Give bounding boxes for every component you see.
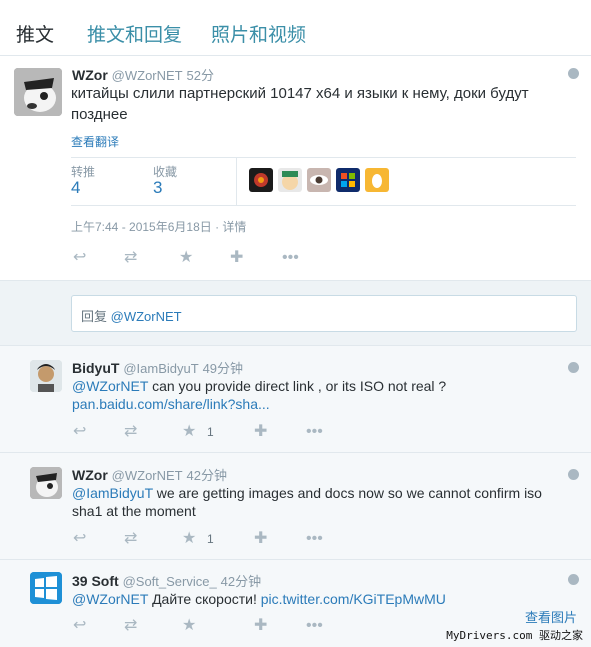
reply-area: 回复 @WZorNET: [0, 281, 591, 345]
watermark: MyDrivers.com 驱动之家: [446, 629, 583, 642]
globe-icon[interactable]: [568, 469, 579, 480]
author-name[interactable]: WZor @WZorNET 42分钟: [72, 465, 227, 484]
author-name[interactable]: BidyuT @IamBidyuT 49分钟: [72, 358, 243, 377]
retweet-icon[interactable]: ⇄: [124, 530, 137, 548]
more-icon[interactable]: •••: [282, 249, 299, 267]
tab-photos-videos[interactable]: 照片和视频: [211, 20, 306, 47]
author-name[interactable]: WZor @WZorNET 52分: [72, 65, 214, 84]
more-icon[interactable]: •••: [306, 530, 323, 548]
tweet-actions: ↩ ⇄ ★ ✚ •••: [73, 617, 333, 635]
favorite-star-icon[interactable]: ★: [182, 423, 196, 441]
liker-avatar[interactable]: [336, 168, 360, 192]
reply-icon[interactable]: ↩: [73, 249, 86, 267]
retweet-icon[interactable]: ⇄: [124, 249, 137, 267]
reply-input[interactable]: 回复 @WZorNET: [71, 295, 577, 332]
tweet-text: @WZorNET can you provide direct link , o…: [72, 378, 447, 412]
reply-handle: @WZorNET: [110, 309, 182, 324]
reply-tweet[interactable]: 39 Soft @Soft_Service_ 42分钟 @WZorNET Дай…: [0, 559, 591, 647]
avatar[interactable]: [30, 467, 62, 499]
retweet-icon[interactable]: ⇄: [124, 617, 137, 635]
profile-tabs: 推文 推文和回复 照片和视频: [0, 0, 591, 56]
author-handle[interactable]: @IamBidyuT: [123, 361, 198, 376]
avatar[interactable]: [30, 572, 62, 604]
tweet-timestamp[interactable]: 上午7:44 - 2015年6月18日 · 详情: [71, 218, 246, 235]
reply-icon[interactable]: ↩: [73, 617, 86, 635]
more-icon[interactable]: •••: [306, 423, 323, 441]
follow-user-icon[interactable]: ✚: [254, 617, 267, 635]
person-avatar-icon: [30, 360, 62, 392]
reply-tweet[interactable]: WZor @WZorNET 42分钟 @IamBidyuT we are get…: [0, 452, 591, 559]
avatar-pirate-dog-icon: [30, 467, 62, 499]
reply-prefix: 回复: [81, 309, 108, 324]
divider: [71, 205, 576, 206]
author-handle[interactable]: @WZorNET: [112, 68, 183, 83]
follow-user-icon[interactable]: ✚: [254, 423, 267, 441]
mention-link[interactable]: @IamBidyuT: [72, 485, 153, 501]
avatar[interactable]: [14, 68, 62, 116]
divider: [71, 157, 576, 158]
tweet-age[interactable]: 42分钟: [187, 468, 227, 483]
windows-tiles-icon: [30, 572, 62, 604]
globe-icon[interactable]: [568, 68, 579, 79]
globe-icon[interactable]: [568, 574, 579, 585]
favorite-star-icon[interactable]: ★: [182, 530, 196, 548]
favorite-star-icon[interactable]: ★: [182, 617, 196, 635]
divider: [236, 157, 237, 205]
avatar[interactable]: [30, 360, 62, 392]
favorite-count: 1: [207, 532, 214, 546]
tweet-actions: ↩ ⇄ ★ 1 ✚ •••: [73, 423, 333, 441]
timeline-frame: 推文 推文和回复 照片和视频 WZor @WZorNET 52分 китайцы…: [0, 0, 591, 647]
view-photo-link[interactable]: 查看图片: [525, 607, 577, 626]
favorite-star-icon[interactable]: ★: [179, 249, 193, 267]
reply-icon[interactable]: ↩: [73, 423, 86, 441]
tweet-age[interactable]: 49分钟: [203, 361, 243, 376]
fire-emblem-icon: [254, 173, 268, 187]
likes-count[interactable]: 3: [153, 178, 162, 198]
tweet-age[interactable]: 52分: [187, 68, 214, 83]
reply-icon[interactable]: ↩: [73, 530, 86, 548]
main-tweet: WZor @WZorNET 52分 китайцы слили партнерс…: [0, 56, 591, 281]
tweet-actions: ↩ ⇄ ★ 1 ✚ •••: [73, 530, 333, 548]
eye-icon: [310, 175, 328, 185]
retweet-icon[interactable]: ⇄: [124, 423, 137, 441]
egg-icon: [372, 174, 382, 188]
translate-link[interactable]: 查看翻译: [71, 133, 119, 150]
tweet-text: @WZorNET Дайте скорости! pic.twitter.com…: [72, 591, 446, 607]
mention-link[interactable]: @WZorNET: [72, 591, 148, 607]
tweet-text: @IamBidyuT we are getting images and doc…: [72, 485, 542, 519]
liker-avatar[interactable]: [365, 168, 389, 192]
tweet-actions: ↩ ⇄ ★ ✚ •••: [73, 249, 313, 267]
author-name[interactable]: 39 Soft @Soft_Service_ 42分钟: [72, 571, 261, 590]
reply-tweet[interactable]: BidyuT @IamBidyuT 49分钟 @WZorNET can you …: [0, 345, 591, 452]
details-link[interactable]: · 详情: [215, 220, 246, 234]
liker-avatar[interactable]: [249, 168, 273, 192]
avatar-pirate-dog-icon: [14, 68, 62, 116]
url-link[interactable]: pan.baidu.com/share/link?sha...: [72, 396, 270, 412]
url-link[interactable]: pic.twitter.com/KGiTEpMwMU: [261, 591, 446, 607]
follow-user-icon[interactable]: ✚: [230, 249, 243, 267]
author-handle[interactable]: @WZorNET: [112, 468, 183, 483]
cartoon-face-icon: [282, 171, 298, 190]
more-icon[interactable]: •••: [306, 617, 323, 635]
tweet-age[interactable]: 42分钟: [221, 574, 261, 589]
follow-user-icon[interactable]: ✚: [254, 530, 267, 548]
windows-logo-icon: [341, 173, 355, 187]
retweets-count[interactable]: 4: [71, 178, 80, 198]
globe-icon[interactable]: [568, 362, 579, 373]
favorite-count: 1: [207, 425, 214, 439]
author-handle[interactable]: @Soft_Service_: [123, 574, 217, 589]
liker-avatar[interactable]: [307, 168, 331, 192]
tab-tweets-replies[interactable]: 推文和回复: [87, 20, 182, 47]
tab-tweets[interactable]: 推文: [16, 20, 54, 47]
mention-link[interactable]: @WZorNET: [72, 378, 148, 394]
liker-avatar[interactable]: [278, 168, 302, 192]
tweet-text: китайцы слили партнерский 10147 x64 и яз…: [71, 85, 529, 123]
